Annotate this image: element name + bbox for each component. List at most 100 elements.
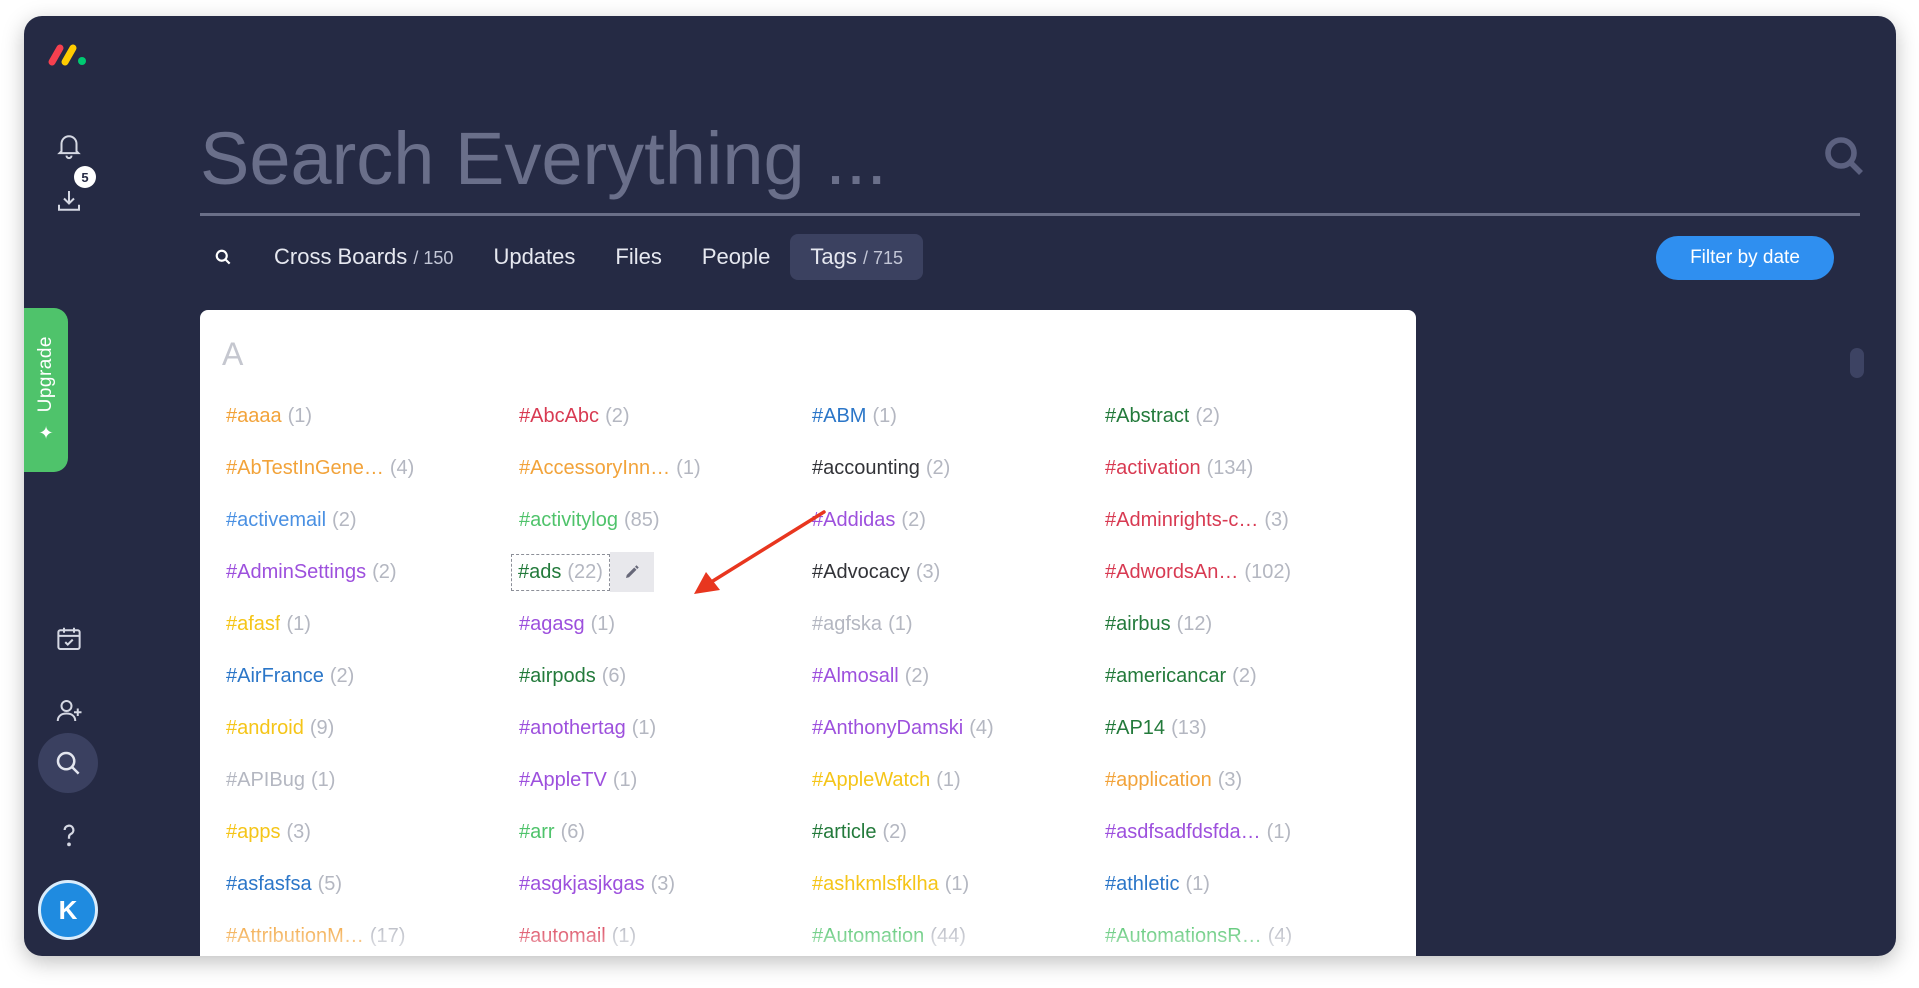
tag-count: (2) [901, 508, 926, 531]
tag-count: (3) [286, 820, 311, 843]
tag-item[interactable]: #AppleTV (1) [519, 754, 812, 806]
tag-item[interactable]: #AnthonyDamski (4) [812, 702, 1105, 754]
filter-by-date-button[interactable]: Filter by date [1656, 236, 1834, 280]
edit-tag-button[interactable] [609, 552, 654, 592]
tag-item[interactable]: #AdminSettings (2) [226, 546, 519, 598]
tag-item[interactable]: #Addidas (2) [812, 494, 1105, 546]
help-question-icon[interactable] [46, 812, 92, 858]
tag-item[interactable]: #agfska (1) [812, 598, 1105, 650]
tag-item[interactable]: #anothertag (1) [519, 702, 812, 754]
tag-item[interactable]: #Abstract (2) [1105, 390, 1398, 442]
tag-count: (9) [309, 716, 335, 739]
tag-item[interactable]: #Automation (44) [812, 910, 1105, 956]
tag-name: #athletic [1105, 872, 1180, 895]
tag-item[interactable]: #arr (6) [519, 806, 812, 858]
tab-tags[interactable]: Tags / 715 [790, 234, 924, 280]
tab-files[interactable]: Files [595, 234, 681, 280]
tag-item[interactable]: #americancar (2) [1105, 650, 1398, 702]
tag-item[interactable]: #apps (3) [226, 806, 519, 858]
tag-item[interactable]: #Adminrights-c… (3) [1105, 494, 1398, 546]
scrollbar-thumb[interactable] [1850, 348, 1864, 378]
tag-item[interactable]: #ABM (1) [812, 390, 1105, 442]
tab-people[interactable]: People [682, 234, 791, 280]
notifications-bell-icon[interactable] [46, 122, 92, 168]
tag-item[interactable]: #AdwordsAn… (102) [1105, 546, 1398, 598]
tag-count: (2) [882, 820, 907, 843]
tag-item[interactable]: #afasf (1) [226, 598, 519, 650]
tag-item[interactable]: #ashkmlsfklha (1) [812, 858, 1105, 910]
tag-name: #accounting [812, 456, 920, 479]
tag-count: (2) [1195, 404, 1220, 427]
tag-count: (1) [676, 456, 701, 479]
my-work-calendar-icon[interactable] [46, 616, 92, 662]
upgrade-button[interactable]: Upgrade ✦ [24, 308, 68, 472]
tag-item[interactable]: #asdfsadfdsfda… (1) [1105, 806, 1398, 858]
tag-name: #Automation [812, 924, 925, 947]
tag-count: (1) [611, 924, 637, 947]
tag-name: #airbus [1105, 612, 1171, 635]
monday-logo-icon[interactable] [46, 38, 94, 70]
search-icon [56, 751, 80, 775]
tag-name: #AttributionM… [226, 924, 364, 947]
tab-cross-boards[interactable]: Cross Boards / 150 [254, 234, 473, 280]
search-submit-button[interactable] [1814, 126, 1874, 186]
tag-item[interactable]: #AppleWatch (1) [812, 754, 1105, 806]
section-letter: A [222, 336, 244, 372]
tag-item[interactable]: #accounting (2) [812, 442, 1105, 494]
user-avatar[interactable]: K [38, 880, 98, 940]
tag-item[interactable]: #ads (22) [511, 546, 812, 598]
tag-name: #asfasfsa [226, 872, 312, 895]
tag-name: #AccessoryInn… [519, 456, 671, 479]
tag-item[interactable]: #AttributionM… (17) [226, 910, 519, 956]
tag-item[interactable]: #AutomationsR… (4) [1105, 910, 1398, 956]
tag-name: #Adminrights-c… [1105, 508, 1259, 531]
tag-item[interactable]: #asfasfsa (5) [226, 858, 519, 910]
tag-item[interactable]: #activitylog (85) [519, 494, 812, 546]
search-icon [1825, 137, 1863, 175]
tag-item[interactable]: #activation (134) [1105, 442, 1398, 494]
tag-count: (6) [560, 820, 586, 843]
tag-item[interactable]: #activemail (2) [226, 494, 519, 546]
tag-count: (1) [1266, 820, 1292, 843]
tag-item[interactable]: #AirFrance (2) [226, 650, 519, 702]
tag-item[interactable]: #AccessoryInn… (1) [519, 442, 812, 494]
tag-item[interactable]: #asgkjasjkgas (3) [519, 858, 812, 910]
tag-name: #Almosall [812, 664, 899, 687]
tag-hover-outline[interactable]: #ads (22) [511, 553, 610, 591]
tag-item[interactable]: #AbcAbc (2) [519, 390, 812, 442]
tag-count: (3) [650, 872, 676, 895]
pencil-icon [625, 565, 639, 578]
tag-count: (1) [631, 716, 657, 739]
tag-name: #afasf [226, 612, 281, 635]
tag-item[interactable]: #android (9) [226, 702, 519, 754]
search-nav-button[interactable] [38, 733, 98, 793]
tag-name: #ads [518, 560, 562, 583]
tag-item[interactable]: #agasg (1) [519, 598, 812, 650]
tag-name: #americancar [1105, 664, 1227, 687]
tag-count: (134) [1206, 456, 1254, 479]
tag-count: (44) [930, 924, 966, 947]
tag-item[interactable]: #application (3) [1105, 754, 1398, 806]
invite-members-icon[interactable] [46, 688, 92, 734]
tag-count: (2) [605, 404, 630, 427]
tag-item[interactable]: #airbus (12) [1105, 598, 1398, 650]
tab-count: / 150 [413, 248, 454, 268]
tag-item[interactable]: #AbTestInGene… (4) [226, 442, 519, 494]
tag-item[interactable]: #Advocacy (3) [812, 546, 1105, 598]
tag-item[interactable]: #athletic (1) [1105, 858, 1398, 910]
tag-item[interactable]: #APIBug (1) [226, 754, 519, 806]
tag-name: #arr [519, 820, 555, 843]
tab-search-all[interactable] [200, 234, 246, 280]
tag-item[interactable]: #AP14 (13) [1105, 702, 1398, 754]
tag-item[interactable]: #Almosall (2) [812, 650, 1105, 702]
tag-item[interactable]: #aaaa (1) [226, 390, 519, 442]
tag-count: (12) [1176, 612, 1213, 635]
tag-name: #AppleWatch [812, 768, 931, 791]
tag-item[interactable]: #automail (1) [519, 910, 812, 956]
tab-updates[interactable]: Updates [473, 234, 595, 280]
tag-item[interactable]: #article (2) [812, 806, 1105, 858]
search-input[interactable] [200, 104, 1860, 213]
sparkle-icon: ✦ [38, 422, 54, 443]
tag-count: (1) [286, 612, 311, 635]
tag-item[interactable]: #airpods (6) [519, 650, 812, 702]
